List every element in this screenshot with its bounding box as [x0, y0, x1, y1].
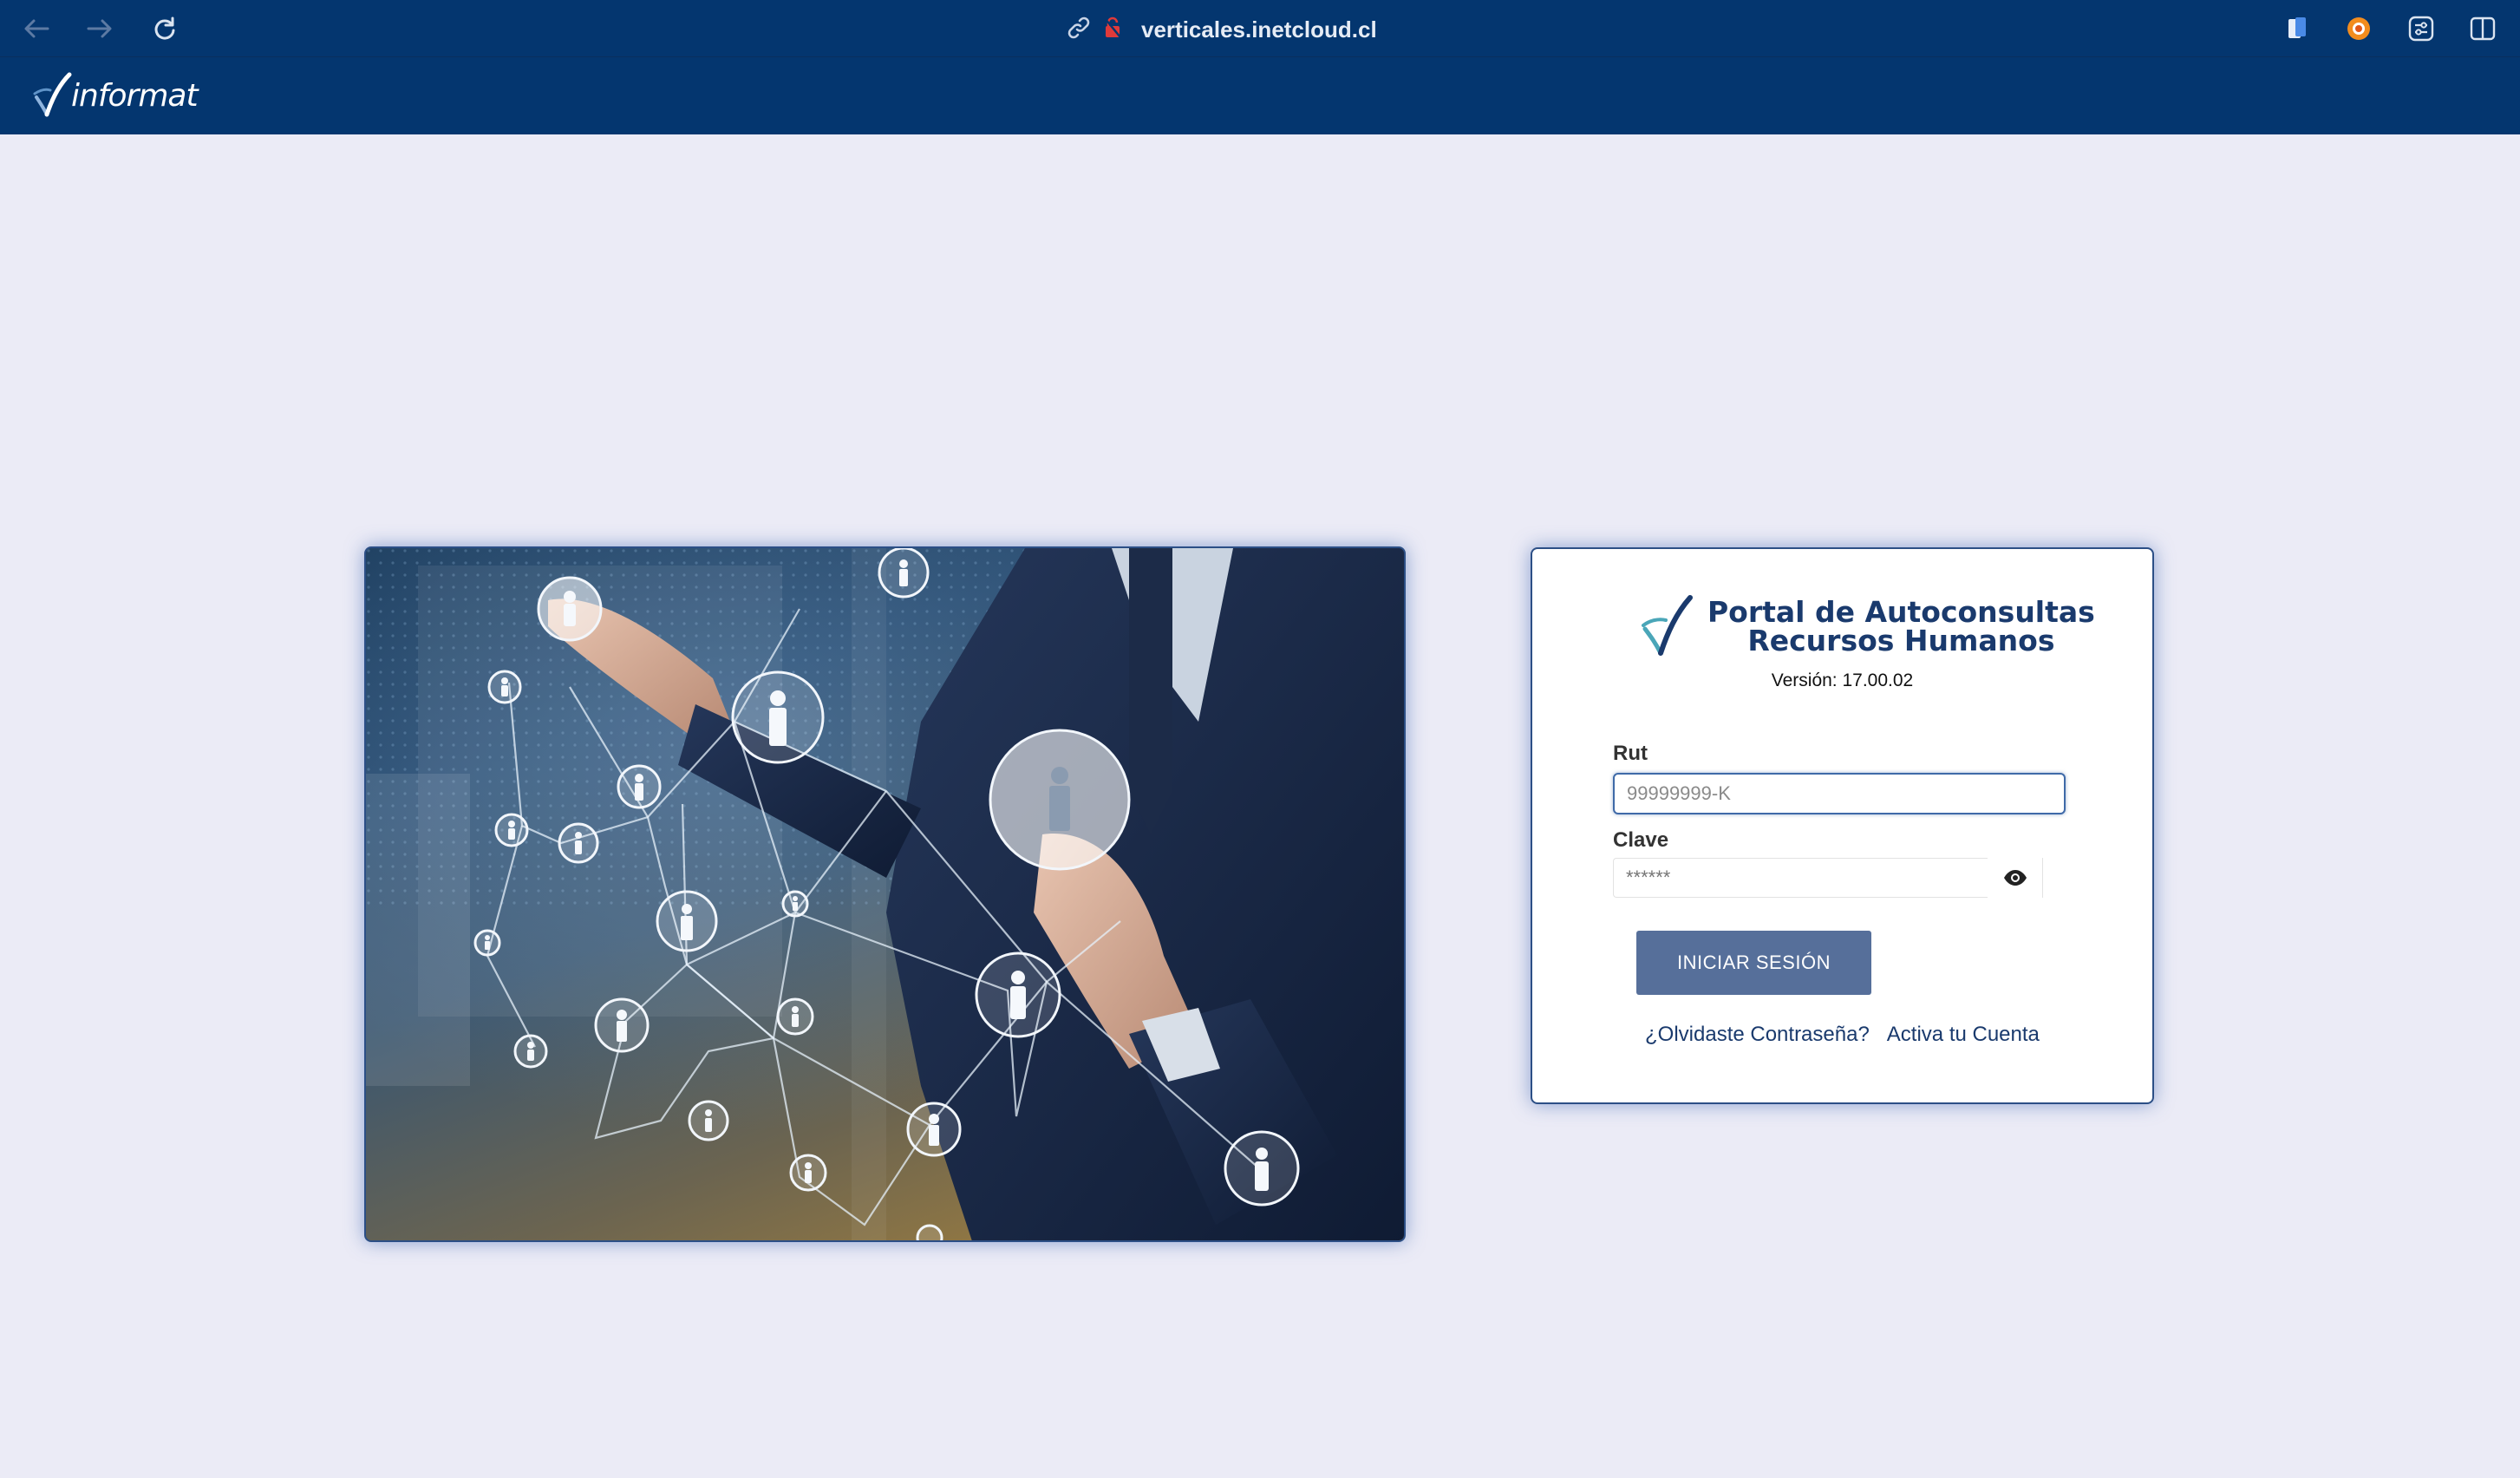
forgot-password-link[interactable]: ¿Olvidaste Contraseña?: [1645, 1023, 1870, 1047]
address-bar[interactable]: verticales.inetcloud.cl: [1067, 12, 1377, 47]
portal-title-line1: Portal de Autoconsultas: [1707, 595, 2095, 629]
link-icon: [1067, 16, 1091, 44]
password-field-group: [1613, 858, 2043, 898]
informat-logo[interactable]: informat: [31, 71, 199, 120]
orange-extension-icon[interactable]: [2342, 12, 2375, 45]
login-card: Portal de Autoconsultas Recursos Humanos…: [1531, 547, 2154, 1104]
checkmark-logo-icon: [1642, 595, 1693, 656]
app-header: informat: [0, 57, 2520, 134]
bookmark-extension-icon[interactable]: [2281, 12, 2314, 45]
portal-title-line2: Recursos Humanos: [1747, 624, 2055, 657]
portal-brand: Portal de Autoconsultas Recursos Humanos: [1638, 594, 2095, 658]
reload-icon[interactable]: [147, 11, 182, 46]
activate-account-link[interactable]: Activa tu Cuenta: [1887, 1023, 2040, 1047]
checkmark-logo-icon: [33, 72, 72, 117]
clave-label: Clave: [1613, 828, 1669, 852]
sliders-extension-icon[interactable]: [2405, 12, 2438, 45]
rut-label: Rut: [1613, 742, 1648, 765]
rut-input[interactable]: [1613, 773, 2066, 814]
lock-warning-icon: [1103, 16, 1122, 43]
back-arrow-icon[interactable]: [19, 11, 54, 46]
sidebar-toggle-icon[interactable]: [2466, 12, 2499, 45]
hero-image: [364, 546, 1406, 1242]
people-network-illustration: [366, 548, 1404, 1240]
url-text: verticales.inetcloud.cl: [1141, 16, 1377, 43]
login-button[interactable]: INICIAR SESIÓN: [1636, 931, 1871, 995]
show-password-button[interactable]: [1988, 858, 2043, 898]
version-text: Versión: 17.00.02: [1771, 670, 1914, 690]
portal-title: Portal de Autoconsultas Recursos Humanos: [1707, 598, 2095, 655]
browser-toolbar: verticales.inetcloud.cl: [0, 0, 2520, 57]
password-input[interactable]: [1613, 858, 1988, 898]
eye-icon: [2003, 870, 2027, 886]
forward-arrow-icon[interactable]: [82, 11, 117, 46]
auth-links: ¿Olvidaste Contraseña? Activa tu Cuenta: [1645, 1023, 2040, 1047]
logo-text: informat: [71, 77, 199, 114]
